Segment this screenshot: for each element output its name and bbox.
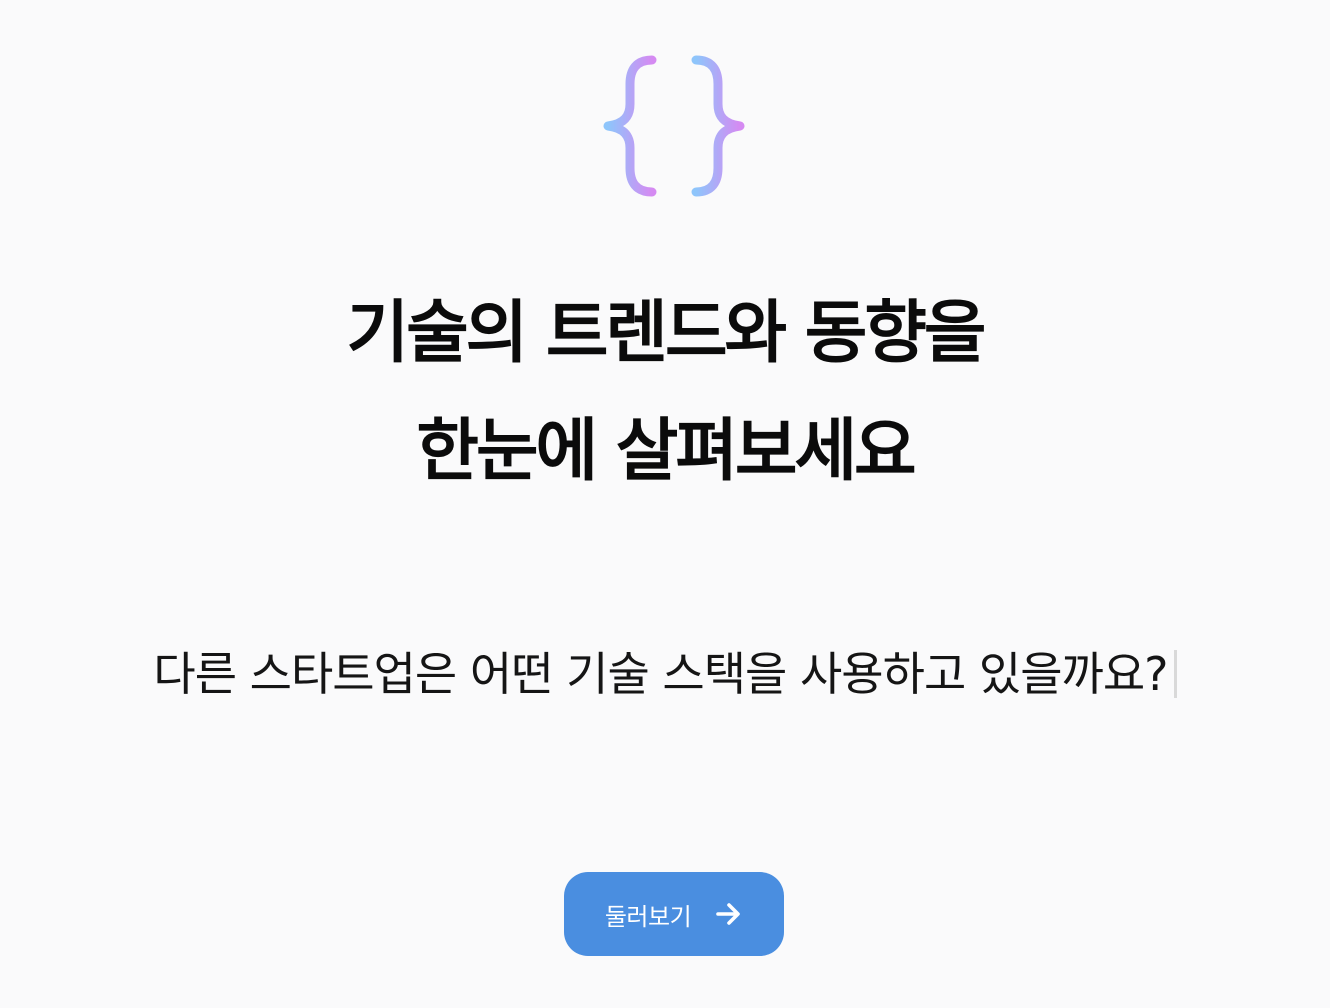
curly-braces-logo-icon	[600, 52, 748, 200]
subtitle-text: 다른 스타트업은 어떤 기술 스택을 사용하고 있을까요?	[153, 647, 1168, 701]
headline-line-2: 한눈에 살펴보세요	[416, 412, 916, 491]
subtitle-typing: 다른 스타트업은 어떤 기술 스택을 사용하고 있을까요?	[0, 644, 1330, 704]
explore-button[interactable]: 둘러보기	[564, 872, 784, 956]
typing-cursor	[1173, 650, 1177, 698]
headline-line-1: 기술의 트렌드와 동향을	[346, 294, 987, 373]
explore-button-label: 둘러보기	[604, 902, 692, 931]
arrow-right-icon	[716, 903, 740, 925]
